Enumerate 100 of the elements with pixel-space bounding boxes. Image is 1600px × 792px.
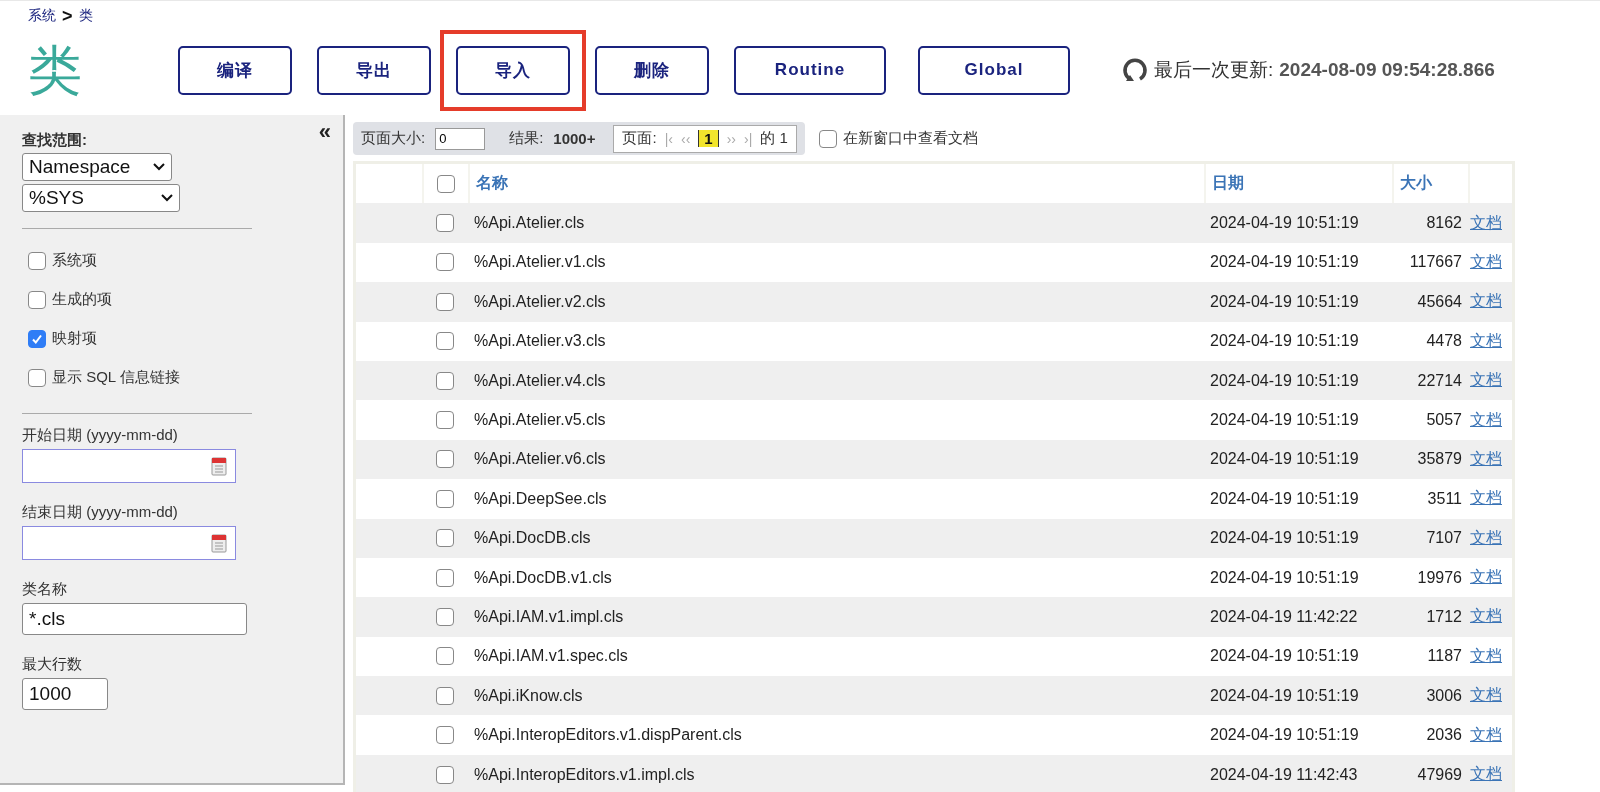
checkbox[interactable] — [28, 290, 46, 309]
date-cell: 2024-04-19 10:51:19 — [1210, 214, 1359, 233]
current-page[interactable]: 1 — [698, 130, 719, 147]
size-cell: 5057 — [1426, 411, 1462, 430]
doc-link[interactable]: 文档 — [1470, 488, 1502, 510]
doc-link[interactable]: 文档 — [1470, 409, 1502, 431]
doc-link[interactable]: 文档 — [1470, 527, 1502, 549]
doc-link[interactable]: 文档 — [1470, 724, 1502, 746]
column-header[interactable]: 日期 — [1212, 173, 1244, 195]
row-checkbox[interactable] — [436, 529, 454, 548]
breadcrumb-link[interactable]: 系统 — [28, 7, 56, 25]
toolbar-button[interactable]: Routine — [734, 45, 886, 95]
checkmark-icon — [31, 332, 43, 345]
doc-link[interactable]: 文档 — [1470, 212, 1502, 234]
calendar-icon[interactable] — [211, 533, 227, 553]
page-size-label: 页面大小: — [361, 129, 426, 148]
column-header[interactable]: 大小 — [1400, 173, 1432, 195]
date-cell: 2024-04-19 10:51:19 — [1210, 253, 1359, 272]
class-name-cell: %Api.InteropEditors.v1.dispParent.cls — [474, 726, 742, 745]
class-name-cell: %Api.DocDB.cls — [474, 529, 591, 548]
scope-label: 查找范围: — [22, 131, 87, 150]
refresh-icon[interactable] — [1122, 57, 1148, 83]
page-title: 类 — [28, 39, 83, 102]
option-label: 映射项 — [52, 329, 97, 348]
breadcrumb-link[interactable]: 类 — [78, 7, 93, 25]
date-cell: 2024-04-19 10:51:19 — [1210, 292, 1359, 311]
toolbar-button[interactable]: 删除 — [595, 45, 709, 95]
date-cell: 2024-04-19 10:51:19 — [1210, 647, 1359, 666]
date-cell: 2024-04-19 10:51:19 — [1210, 332, 1359, 351]
last-update-label: 最后一次更新: — [1154, 58, 1274, 82]
checkbox[interactable] — [28, 368, 46, 387]
size-cell: 3006 — [1426, 686, 1462, 705]
row-checkbox[interactable] — [436, 647, 454, 666]
search-scope-select[interactable]: Namespace — [22, 153, 172, 181]
row-checkbox[interactable] — [436, 568, 454, 587]
start-date-field[interactable] — [22, 449, 236, 483]
row-checkbox[interactable] — [436, 332, 454, 351]
doc-link[interactable]: 文档 — [1470, 764, 1502, 786]
row-checkbox[interactable] — [436, 292, 454, 311]
date-cell: 2024-04-19 10:51:19 — [1210, 489, 1359, 508]
date-cell: 2024-04-19 10:51:19 — [1210, 529, 1359, 548]
doc-link[interactable]: 文档 — [1470, 567, 1502, 589]
size-cell: 35879 — [1417, 450, 1462, 469]
toolbar-button[interactable]: 编译 — [178, 45, 292, 95]
row-checkbox[interactable] — [436, 411, 454, 430]
class-name-label: 类名称 — [22, 580, 67, 599]
size-cell: 117667 — [1409, 253, 1462, 272]
calendar-icon[interactable] — [211, 456, 227, 476]
max-rows-label: 最大行数 — [22, 655, 82, 674]
page-size-field[interactable]: 0 — [435, 127, 486, 150]
collapse-button[interactable]: « — [318, 119, 331, 145]
size-cell: 4478 — [1426, 332, 1462, 351]
doc-link[interactable]: 文档 — [1470, 291, 1502, 313]
size-cell: 45664 — [1417, 292, 1462, 311]
row-checkbox[interactable] — [436, 371, 454, 390]
class-name-cell: %Api.Atelier.v5.cls — [474, 411, 606, 430]
row-checkbox[interactable] — [436, 450, 454, 469]
toolbar-button[interactable]: 导入 — [456, 45, 570, 95]
option-label: 系统项 — [52, 251, 97, 270]
row-checkbox[interactable] — [436, 489, 454, 508]
size-cell: 19976 — [1417, 568, 1462, 587]
results-label: 结果: — [509, 129, 544, 148]
doc-link[interactable]: 文档 — [1470, 685, 1502, 707]
doc-link[interactable]: 文档 — [1470, 251, 1502, 273]
select-all-checkbox[interactable] — [437, 174, 455, 193]
column-header[interactable]: 名称 — [476, 173, 508, 195]
row-checkbox[interactable] — [436, 608, 454, 626]
option-label: 生成的项 — [52, 290, 112, 309]
breadcrumb-separator: > — [62, 5, 73, 27]
class-name-field[interactable]: *.cls — [22, 603, 247, 635]
checkbox[interactable] — [28, 329, 46, 348]
checkbox[interactable] — [28, 251, 46, 270]
date-cell: 2024-04-19 10:51:19 — [1210, 450, 1359, 469]
size-cell: 7107 — [1426, 529, 1462, 548]
end-date-field[interactable] — [22, 526, 236, 560]
class-name-cell: %Api.Atelier.v1.cls — [474, 253, 606, 272]
doc-link[interactable]: 文档 — [1470, 370, 1502, 392]
date-cell: 2024-04-19 11:42:22 — [1210, 608, 1358, 626]
database-select[interactable]: %SYS — [22, 184, 180, 212]
max-rows-field[interactable]: 1000 — [22, 678, 108, 710]
end-date-label: 结束日期 (yyyy-mm-dd) — [22, 503, 178, 522]
toolbar-button[interactable]: Global — [918, 45, 1070, 95]
chevron-down-icon — [153, 163, 165, 171]
doc-link[interactable]: 文档 — [1470, 330, 1502, 352]
doc-link[interactable]: 文档 — [1470, 645, 1502, 667]
page-count: 的 1 — [760, 129, 788, 148]
size-cell: 47969 — [1417, 765, 1462, 784]
row-checkbox[interactable] — [436, 686, 454, 705]
class-name-cell: %Api.DeepSee.cls — [474, 489, 607, 508]
class-name-cell: %Api.Atelier.v4.cls — [474, 371, 606, 390]
date-cell: 2024-04-19 11:42:43 — [1210, 765, 1358, 784]
checkbox[interactable] — [818, 129, 837, 148]
date-cell: 2024-04-19 10:51:19 — [1210, 371, 1359, 390]
row-checkbox[interactable] — [436, 214, 454, 233]
doc-link[interactable]: 文档 — [1470, 606, 1502, 628]
row-checkbox[interactable] — [436, 765, 454, 784]
toolbar-button[interactable]: 导出 — [317, 45, 431, 95]
doc-link[interactable]: 文档 — [1470, 448, 1502, 470]
row-checkbox[interactable] — [436, 726, 454, 745]
row-checkbox[interactable] — [436, 253, 454, 272]
